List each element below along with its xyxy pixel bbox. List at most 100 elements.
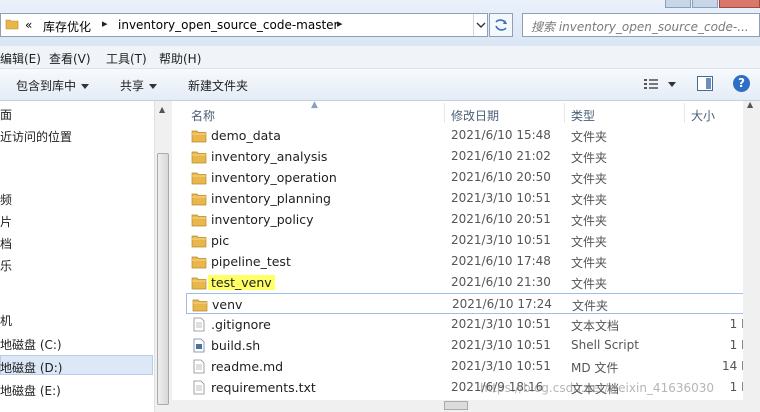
command-toolbar: 包含到库中 共享 新建文件夹 ? <box>0 69 760 101</box>
menu-tools[interactable]: 工具(T) <box>106 50 147 67</box>
table-row[interactable]: inventory_analysis 2021/6/10 21:02 文件夹 <box>186 146 748 167</box>
breadcrumb-separator-icon[interactable]: ▸ <box>337 17 343 30</box>
file-type: 文件夹 <box>571 130 608 144</box>
nav-scrollbar[interactable]: ▲ <box>154 101 172 412</box>
address-box[interactable]: « 库存优化 ▸ inventory_open_source_code-mast… <box>0 13 488 37</box>
table-row[interactable]: pipeline_test 2021/6/10 17:48 文件夹 <box>186 251 748 272</box>
file-date: 2021/6/10 20:50 <box>451 170 551 184</box>
nav-scrollbar-thumb[interactable] <box>157 153 169 405</box>
horizontal-scrollbar[interactable] <box>172 400 760 412</box>
file-date: 2021/6/10 21:02 <box>451 149 551 163</box>
menu-view[interactable]: 查看(V) <box>49 50 91 67</box>
file-date: 2021/6/10 17:24 <box>452 297 552 311</box>
include-in-library-button[interactable]: 包含到库中 <box>16 77 90 94</box>
chevron-down-icon[interactable] <box>668 82 676 87</box>
file-date: 2021/6/10 15:48 <box>451 128 551 142</box>
column-divider[interactable] <box>444 103 445 123</box>
breadcrumb-separator-icon[interactable]: ▸ <box>102 17 108 30</box>
sort-ascending-icon: ▲ <box>311 100 318 110</box>
file-date: 2021/6/10 17:48 <box>451 254 551 268</box>
breadcrumb-overflow[interactable]: « <box>25 18 32 32</box>
table-row[interactable]: inventory_planning 2021/3/10 10:51 文件夹 <box>186 188 748 209</box>
breadcrumb-item[interactable]: 库存优化 <box>43 18 91 35</box>
menu-edit[interactable]: 编辑(E) <box>0 50 41 67</box>
column-header-row: ▲ 名称 修改日期 类型 大小 <box>172 100 760 125</box>
file-name: .gitignore <box>211 317 271 332</box>
maximize-button[interactable] <box>692 0 718 8</box>
column-header-type[interactable]: 类型 <box>571 107 595 124</box>
file-type: 文件夹 <box>571 214 608 228</box>
file-date: 2021/3/10 10:51 <box>451 317 551 331</box>
table-row[interactable]: inventory_operation 2021/6/10 20:50 文件夹 <box>186 167 748 188</box>
preview-pane-icon <box>706 78 711 89</box>
file-name: pic <box>211 233 230 248</box>
table-row[interactable]: demo_data 2021/6/10 15:48 文件夹 <box>186 125 748 146</box>
table-row[interactable]: test_venv 2021/6/10 21:30 文件夹 <box>186 272 748 293</box>
share-button[interactable]: 共享 <box>120 77 158 94</box>
file-name: venv <box>212 297 243 312</box>
file-date: 2021/3/10 10:51 <box>451 191 551 205</box>
preview-pane-button[interactable] <box>697 76 713 91</box>
table-row[interactable]: inventory_policy 2021/6/10 20:51 文件夹 <box>186 209 748 230</box>
breadcrumb-item[interactable]: inventory_open_source_code-master <box>118 18 339 32</box>
file-name: inventory_planning <box>211 191 331 206</box>
file-name: test_venv <box>208 275 275 290</box>
file-type: 文件夹 <box>571 256 608 270</box>
chevron-down-icon <box>81 84 90 89</box>
menu-help[interactable]: 帮助(H) <box>159 50 201 67</box>
search-input[interactable]: 搜索 inventory_open_source_code-... <box>522 13 760 37</box>
file-date: 2021/3/10 10:51 <box>451 338 551 352</box>
scroll-up-icon[interactable]: ▲ <box>159 105 165 114</box>
file-type: 文件夹 <box>571 151 608 165</box>
file-type: 文本文档 <box>571 319 620 333</box>
column-header-date[interactable]: 修改日期 <box>451 107 499 124</box>
search-placeholder: 搜索 inventory_open_source_code-... <box>531 20 749 34</box>
view-options-button[interactable] <box>643 77 659 91</box>
file-type: Shell Script <box>571 338 639 352</box>
folder-icon <box>191 277 207 290</box>
file-name: inventory_operation <box>211 170 337 185</box>
window-controls <box>665 0 760 10</box>
table-row[interactable]: venv 2021/6/10 17:24 文件夹 <box>186 293 748 314</box>
folder-icon <box>5 19 19 30</box>
folder-icon <box>192 299 208 312</box>
new-folder-button[interactable]: 新建文件夹 <box>188 77 248 94</box>
refresh-button[interactable] <box>489 13 513 37</box>
column-divider[interactable] <box>564 103 565 123</box>
folder-icon <box>191 172 207 185</box>
minimize-button[interactable] <box>665 0 691 8</box>
include-in-library-label: 包含到库中 <box>16 79 77 93</box>
watermark: https://blog.csdn.net/weixin_41636030 <box>480 381 715 395</box>
folder-icon <box>191 193 207 206</box>
scroll-up-icon[interactable]: ▲ <box>747 100 753 109</box>
column-header-size[interactable]: 大小 <box>691 107 715 124</box>
folder-icon <box>191 256 207 269</box>
column-header-name[interactable]: 名称 <box>191 107 215 124</box>
table-row[interactable]: .gitignore 2021/3/10 10:51 文本文档 1 K <box>186 314 749 335</box>
file-name: inventory_analysis <box>211 149 328 164</box>
file-name: readme.md <box>211 359 284 374</box>
horizontal-scrollbar-thumb[interactable] <box>444 401 468 410</box>
folder-icon <box>191 214 207 227</box>
file-type: 文件夹 <box>571 193 608 207</box>
file-name: demo_data <box>211 128 281 143</box>
text-file-icon <box>193 317 205 332</box>
file-type: 文件夹 <box>571 235 608 249</box>
column-divider[interactable] <box>684 103 685 123</box>
address-dropdown-button[interactable] <box>473 14 488 36</box>
folder-icon <box>191 235 207 248</box>
list-scrollbar[interactable]: ▲ <box>743 100 760 412</box>
share-label: 共享 <box>120 79 145 93</box>
script-file-icon <box>193 338 205 353</box>
file-name: pipeline_test <box>211 254 291 269</box>
table-row[interactable]: pic 2021/3/10 10:51 文件夹 <box>186 230 748 251</box>
text-file-icon <box>193 359 205 374</box>
close-button[interactable] <box>719 0 760 8</box>
table-row[interactable]: readme.md 2021/3/10 10:51 MD 文件 14 K <box>186 356 749 377</box>
file-date: 2021/3/10 10:51 <box>451 233 551 247</box>
navigation-pane: 面 近访问的位置 频 片 档 乐 机 地磁盘 (C:) 地磁盘 (D:) 地磁盘… <box>0 101 172 412</box>
folder-icon <box>191 151 207 164</box>
help-icon[interactable]: ? <box>733 75 750 92</box>
table-row[interactable]: build.sh 2021/3/10 10:51 Shell Script 1 K <box>186 335 749 356</box>
view-list-icon <box>644 79 658 89</box>
